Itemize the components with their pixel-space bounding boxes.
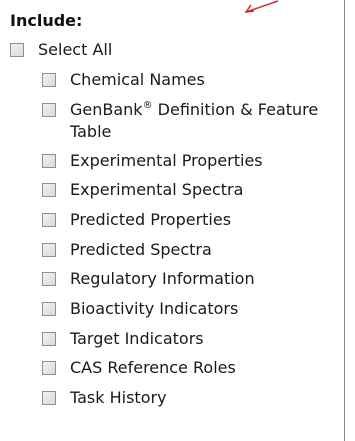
target-indicators-checkbox[interactable]	[42, 332, 56, 346]
option-predicted-properties[interactable]: Predicted Properties	[42, 209, 231, 231]
option-regulatory-information[interactable]: Regulatory Information	[42, 268, 255, 290]
select-all-label: Select All	[38, 40, 113, 59]
experimental-spectra-checkbox[interactable]	[42, 183, 56, 197]
task-history-checkbox[interactable]	[42, 391, 56, 405]
task-history-label: Task History	[70, 388, 167, 407]
option-genbank-definition[interactable]: GenBank® Definition & Feature Table	[42, 99, 318, 143]
red-arrow-annotation	[244, 0, 279, 13]
chemical-names-label: Chemical Names	[70, 70, 205, 89]
option-experimental-spectra[interactable]: Experimental Spectra	[42, 179, 243, 201]
option-target-indicators[interactable]: Target Indicators	[42, 328, 204, 350]
option-experimental-properties[interactable]: Experimental Properties	[42, 150, 263, 172]
option-task-history[interactable]: Task History	[42, 387, 167, 409]
predicted-spectra-label: Predicted Spectra	[70, 240, 212, 259]
cas-reference-roles-checkbox[interactable]	[42, 361, 56, 375]
option-predicted-spectra[interactable]: Predicted Spectra	[42, 239, 212, 261]
cas-reference-roles-label: CAS Reference Roles	[70, 358, 236, 377]
bioactivity-indicators-label: Bioactivity Indicators	[70, 299, 239, 318]
include-heading: Include:	[10, 11, 83, 30]
genbank-definition-checkbox[interactable]	[42, 103, 56, 117]
experimental-properties-label: Experimental Properties	[70, 151, 263, 170]
select-all-checkbox[interactable]	[10, 43, 24, 57]
bioactivity-indicators-checkbox[interactable]	[42, 302, 56, 316]
option-bioactivity-indicators[interactable]: Bioactivity Indicators	[42, 298, 238, 320]
experimental-spectra-label: Experimental Spectra	[70, 180, 244, 199]
option-cas-reference-roles[interactable]: CAS Reference Roles	[42, 357, 236, 379]
target-indicators-label: Target Indicators	[70, 329, 204, 348]
predicted-properties-checkbox[interactable]	[42, 213, 56, 227]
chemical-names-checkbox[interactable]	[42, 73, 56, 87]
predicted-properties-label: Predicted Properties	[70, 210, 232, 229]
option-chemical-names[interactable]: Chemical Names	[42, 69, 205, 91]
select-all-option[interactable]: Select All	[10, 39, 112, 61]
include-options-panel: Include: Select All Chemical Names GenBa…	[0, 0, 345, 441]
experimental-properties-checkbox[interactable]	[42, 154, 56, 168]
regulatory-information-label: Regulatory Information	[70, 269, 255, 288]
genbank-definition-label: GenBank® Definition & Feature Table	[70, 100, 319, 141]
regulatory-information-checkbox[interactable]	[42, 272, 56, 286]
predicted-spectra-checkbox[interactable]	[42, 243, 56, 257]
